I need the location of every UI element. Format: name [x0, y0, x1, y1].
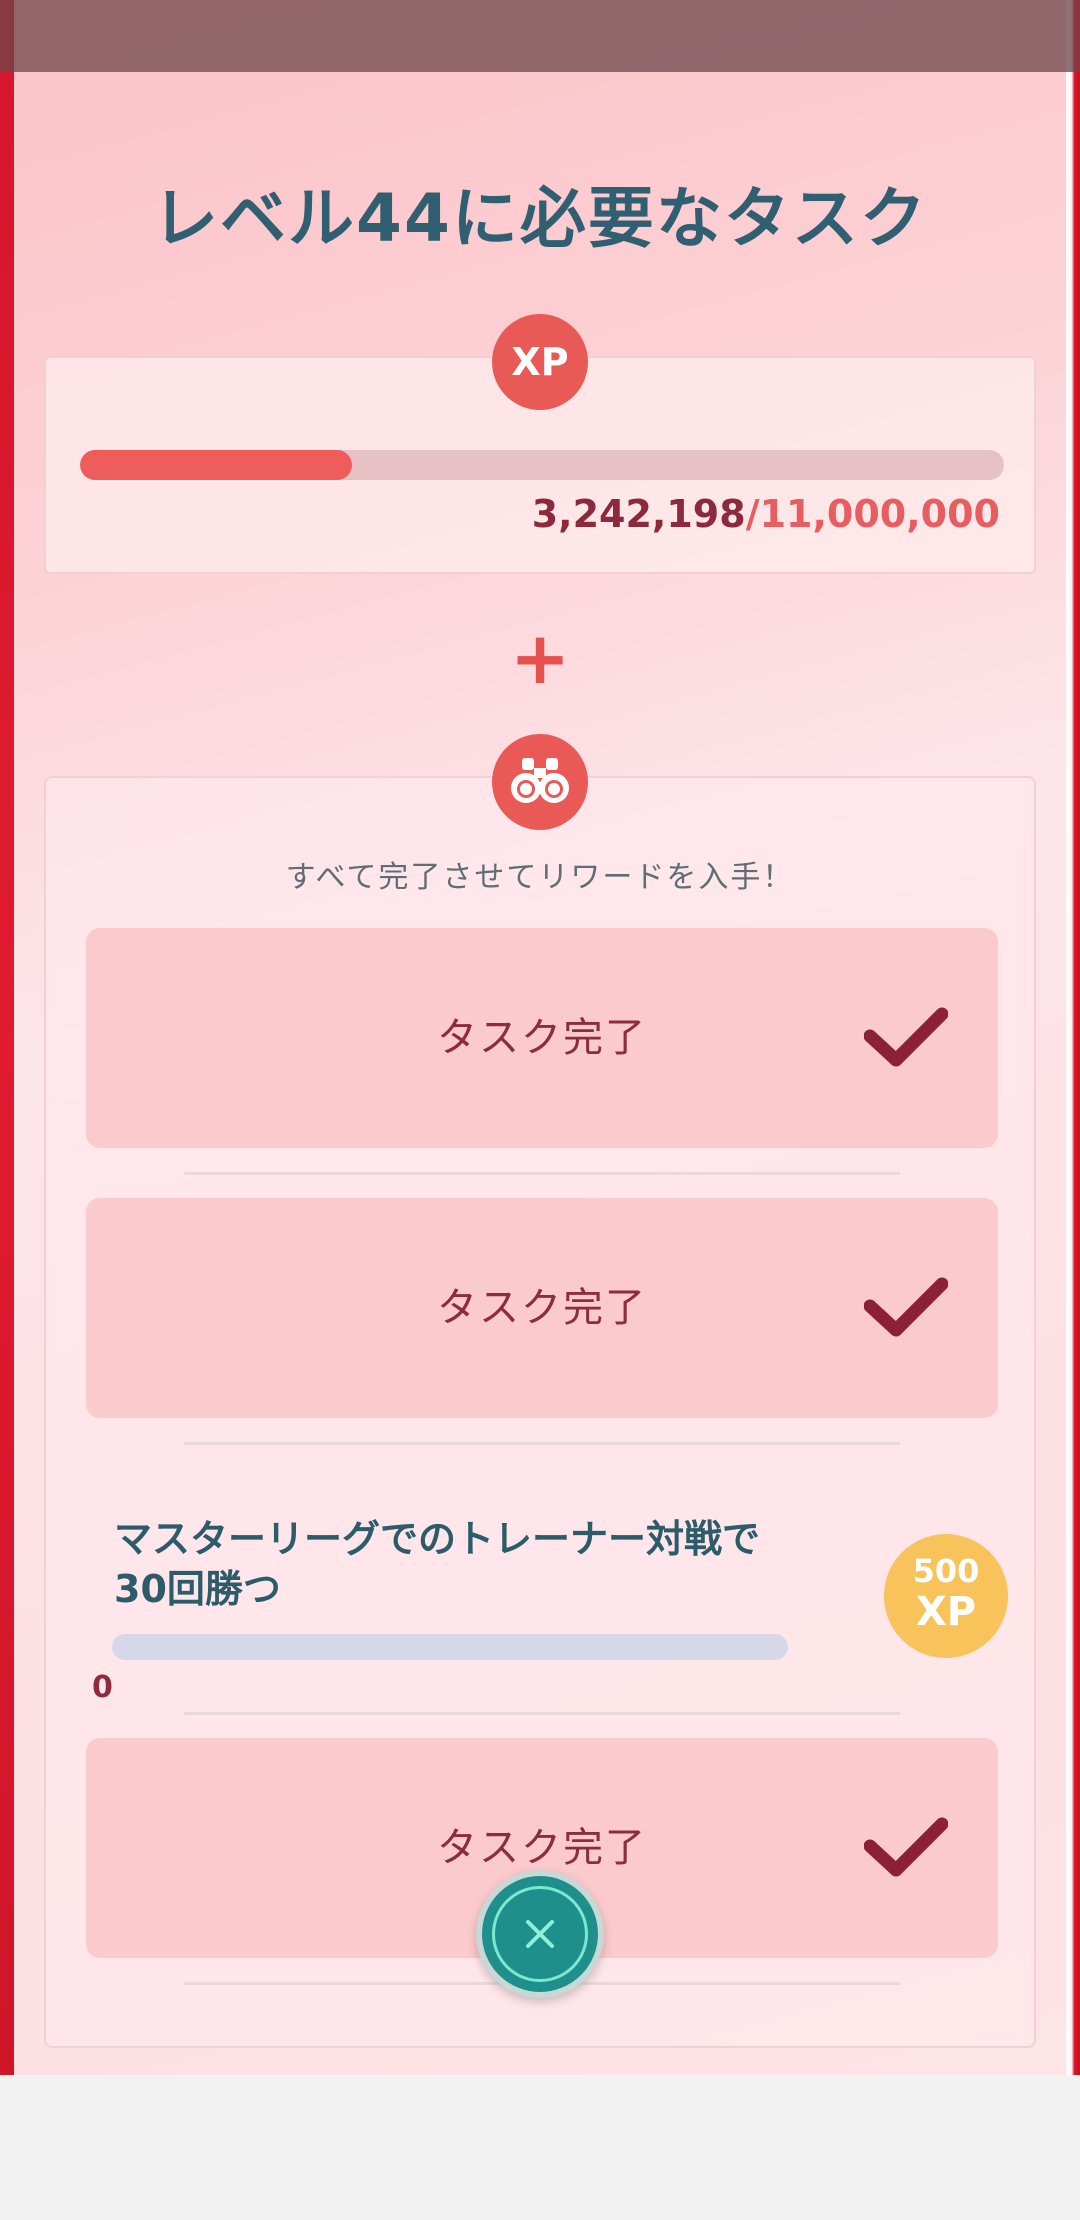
task-subtitle: すべて完了させてリワードを入手！ [285, 860, 795, 895]
xp-goal: 11,000,000 [759, 492, 1000, 536]
xp-separator: / [745, 492, 760, 536]
xp-current: 3,242,198 [531, 492, 746, 536]
task-list-card: すべて完了させてリワードを入手！ タスク完了 タスク完了 マスターリーグでのトレ… [44, 776, 1036, 2048]
close-button[interactable] [476, 1870, 604, 1998]
check-icon [864, 1817, 948, 1877]
plus-icon: + [509, 616, 571, 700]
screen-edge [1066, 0, 1080, 2075]
task-item-1[interactable]: タスク完了 [86, 928, 998, 1148]
task-label: タスク完了 [437, 1015, 647, 1061]
task-divider [184, 1442, 900, 1445]
app-screen: レベル44に必要なタスク 3,242,198/11,000,000 XP + す… [0, 0, 1080, 2075]
task-divider [184, 1172, 900, 1175]
task-description: マスターリーグでのトレーナー対戦で30回勝つ [114, 1517, 761, 1611]
xp-values: 3,242,198/11,000,000 [532, 492, 1000, 536]
close-icon [526, 1920, 554, 1948]
task-item-3[interactable]: マスターリーグでのトレーナー対戦で30回勝つ 0 500 XP [86, 1504, 1008, 1705]
reward-unit: XP [915, 1589, 977, 1635]
xp-badge-label: XP [511, 340, 569, 384]
binoculars-glyph [511, 758, 569, 803]
binoculars-icon [492, 734, 588, 830]
reward-badge: 500 XP [884, 1534, 1008, 1658]
status-bar [0, 0, 1080, 72]
check-icon [864, 1007, 948, 1067]
task-label: タスク完了 [437, 1285, 647, 1331]
xp-icon: XP [492, 314, 588, 410]
check-icon [864, 1277, 948, 1337]
xp-progress-track [80, 450, 1004, 480]
task-progress-bar [112, 1634, 788, 1660]
reward-amount: 500 [912, 1552, 980, 1590]
page-title: レベル44に必要なタスク [152, 180, 928, 257]
xp-progress-fill [80, 450, 353, 480]
task-divider [184, 1712, 900, 1715]
task-item-2[interactable]: タスク完了 [86, 1198, 998, 1418]
task-progress-count: 0 [92, 1670, 113, 1705]
